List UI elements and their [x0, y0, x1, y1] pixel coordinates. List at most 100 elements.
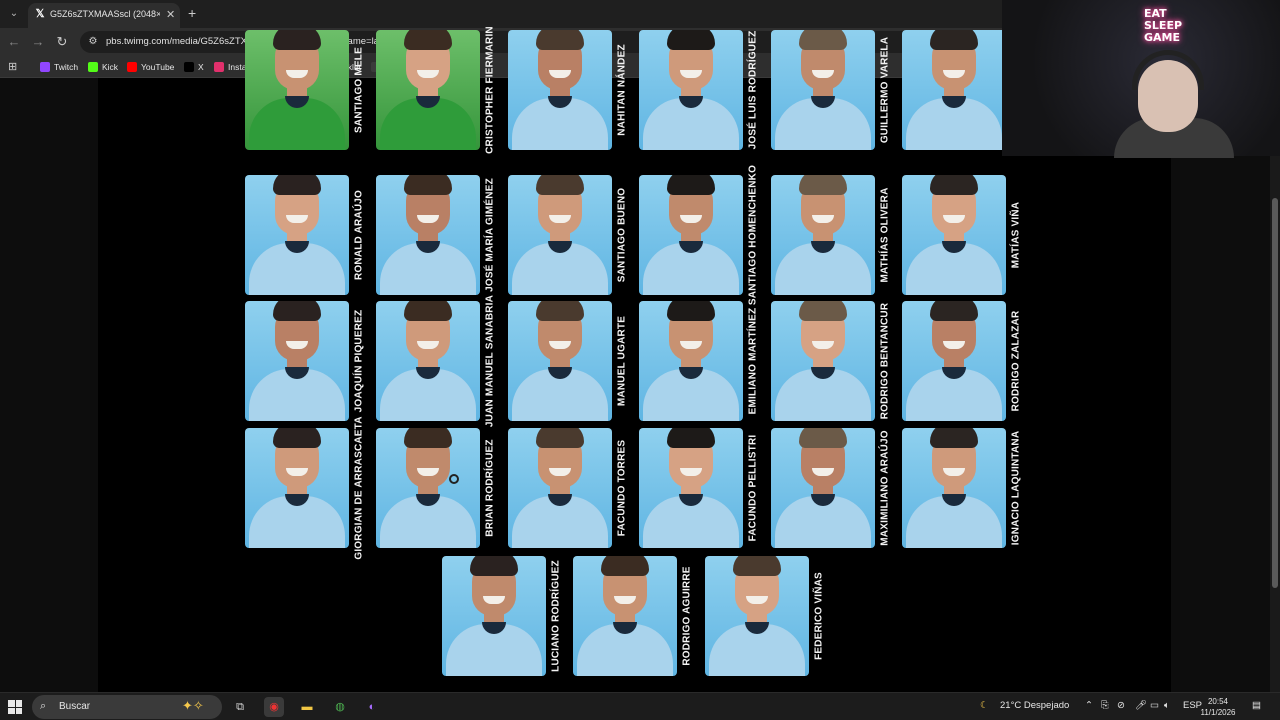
new-tab-plus-icon[interactable]: + [188, 5, 196, 21]
file-explorer-icon[interactable]: ▬ [297, 697, 317, 717]
player-name: LUCIANO RODRÍGUEZ [546, 556, 566, 676]
player-name: FEDERICO VIÑAS [809, 556, 829, 676]
windows-start-icon[interactable] [8, 700, 22, 714]
network-icon[interactable]: ▭ [1150, 700, 1159, 711]
player-card [771, 301, 875, 421]
site-info-icon[interactable]: ⚙ [86, 35, 100, 49]
scrollbar[interactable] [1270, 78, 1280, 692]
player-name-text: EMILIANO MARTÍNEZ [747, 307, 759, 415]
player-name: JOSÉ MARÍA GIMÉNEZ [480, 175, 500, 295]
player-name-text: RODRIGO AGUIRRE [681, 566, 693, 666]
bookmark-x[interactable]: X [184, 60, 204, 74]
weather-text[interactable]: 21°C Despejado [1000, 700, 1069, 711]
close-icon[interactable]: ✕ [166, 8, 175, 21]
player-card [376, 428, 480, 548]
bookmark-label: Twitch [54, 62, 79, 72]
notifications-icon[interactable]: ▤ [1252, 700, 1261, 711]
player-card [508, 30, 612, 150]
player-card [245, 175, 349, 295]
player-name-text: JUAN MANUEL SANABRIA [484, 294, 496, 428]
moon-weather-icon: ☾ [980, 700, 989, 711]
apps-grid-icon[interactable]: ⊞ [8, 61, 20, 73]
search-icon: ⌕ [40, 700, 47, 712]
player-card [639, 428, 743, 548]
player-card [245, 30, 349, 150]
back-arrow-icon[interactable]: ← [6, 34, 22, 50]
scrollbar-thumb[interactable] [1272, 198, 1278, 588]
youtube-icon [127, 62, 137, 72]
forward-arrow-icon[interactable]: → [30, 34, 46, 50]
player-name: SANTIAGO BUENO [612, 175, 632, 295]
player-name: MATHÍAS OLIVERA [875, 175, 895, 295]
tray-chevron-icon[interactable]: ⌃ [1085, 700, 1093, 711]
player-name: CRISTOPHER FIERMARIN [480, 26, 500, 154]
player-name-text: MANUEL UGARTE [616, 315, 628, 407]
player-name: JUAN MANUEL SANABRIA [480, 295, 500, 427]
player-name-text: IGNACIO LAQUINTANA [1010, 430, 1022, 546]
player-card [639, 175, 743, 295]
bookmark-label: YouTube [141, 62, 175, 72]
player-card [508, 175, 612, 295]
player-card [376, 30, 480, 150]
player-card [245, 428, 349, 548]
clock-time: 20:54 [1207, 697, 1229, 706]
bookmark-youtube[interactable]: YouTube [127, 60, 174, 74]
search-highlight-icon: ✦✧ [182, 698, 204, 713]
bookmark-kick[interactable]: Kick [88, 60, 118, 74]
player-card [639, 30, 743, 150]
instagram-icon [214, 62, 224, 72]
player-name-text: SANTIAGO BUENO [616, 187, 628, 283]
player-card [573, 556, 677, 676]
player-name-text: BRIAN RODRÍGUEZ [484, 439, 496, 537]
volume-icon[interactable]: 🔈︎ [1164, 700, 1170, 711]
player-name: GIORGIAN DE ARRASCAETA [349, 416, 369, 559]
player-name-text: GIORGIAN DE ARRASCAETA [353, 416, 365, 560]
discord-icon[interactable]: ◐ [362, 697, 382, 717]
player-card [442, 556, 546, 676]
bookmark-label: Kick [102, 62, 119, 72]
bookmark-label: X [198, 62, 204, 72]
player-card [771, 428, 875, 548]
player-card [902, 30, 1006, 150]
reload-icon[interactable]: ↻ [54, 34, 70, 50]
player-name: MANUEL UGARTE [612, 301, 632, 421]
squad-image: SANTIAGO MELE CRISTOPHER FIERMARIN NAHITAN… [98, 26, 1171, 692]
player-name-text: LUCIANO RODRÍGUEZ [550, 560, 562, 672]
player-name: EMILIANO MARTÍNEZ [743, 301, 763, 421]
player-name-text: JOSÉ MARÍA GIMÉNEZ [484, 178, 496, 292]
webcam-overlay: EAT SLEEP GAME [1002, 0, 1280, 158]
taskbar-search[interactable]: ⌕ Buscar ✦✧ [32, 695, 222, 719]
neon-sign: EAT SLEEP GAME [1144, 7, 1183, 44]
player-name: SANTIAGO MELE [349, 30, 369, 150]
player-name-text: FACUNDO PELLISTRI [747, 434, 759, 542]
app-recorder-icon[interactable]: ◉ [264, 697, 284, 717]
task-view-icon[interactable]: ⧉ [230, 697, 250, 717]
twitch-icon [40, 62, 50, 72]
player-name: SANTIAGO HOMENCHENKO [743, 165, 763, 305]
player-name-text: RODRIGO BENTANCUR [879, 302, 891, 420]
player-card [245, 301, 349, 421]
tray-app2-icon[interactable]: ⊘ [1117, 700, 1125, 711]
player-name: GUILLERMO VARELA [875, 30, 895, 150]
player-card [376, 301, 480, 421]
player-card [508, 301, 612, 421]
player-name: FACUNDO PELLISTRI [743, 428, 763, 548]
tab-active[interactable]: 𝕏 G5Z6sZTXMAASscl (2048×2048) ✕ [28, 3, 180, 28]
player-name-text: NAHITAN NÁNDEZ [616, 44, 628, 136]
bookmark-twitch[interactable]: Twitch [40, 60, 78, 74]
clock[interactable]: 20:54 11/1/2026 [1196, 696, 1240, 718]
tab-search-chevron-icon[interactable]: ⌄ [6, 6, 22, 22]
player-name-text: SANTIAGO HOMENCHENKO [747, 164, 759, 306]
player-name: IGNACIO LAQUINTANA [1006, 428, 1026, 548]
microphone-icon[interactable]: 🎤︎ [1135, 700, 1147, 711]
player-name: JOAQUÍN PIQUEREZ [349, 301, 369, 421]
player-name-text: SANTIAGO MELE [353, 47, 365, 133]
player-name: JOSÉ LUIS RODRÍGUEZ [743, 30, 763, 150]
player-name-text: RODRIGO ZALAZAR [1010, 310, 1022, 412]
tray-app-icon[interactable]: ⎘ [1101, 700, 1109, 711]
player-card [902, 301, 1006, 421]
player-card [771, 30, 875, 150]
player-name: RONALD ARAÚJO [349, 175, 369, 295]
chrome-icon[interactable]: ◍ [330, 697, 350, 717]
player-card [376, 175, 480, 295]
